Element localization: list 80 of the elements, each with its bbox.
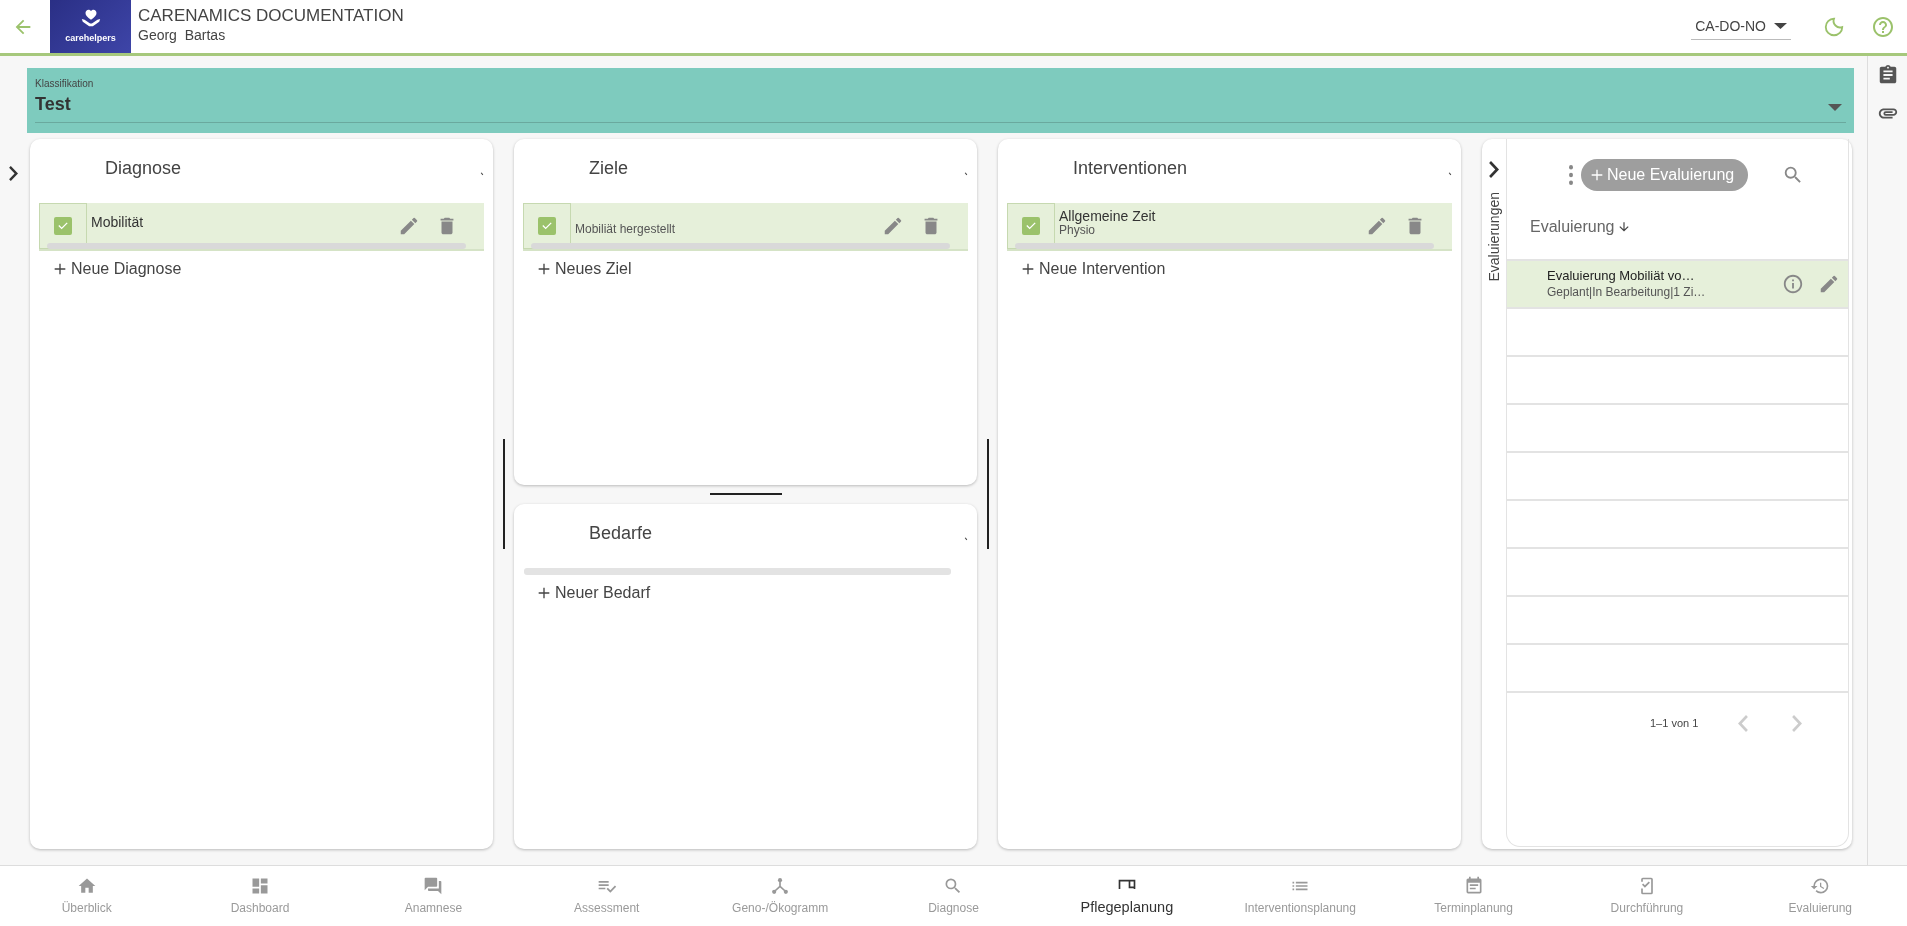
chevron-left-icon: [1738, 714, 1748, 732]
list-item[interactable]: Mobiliät hergestellt: [523, 203, 968, 251]
chat-icon: [423, 875, 444, 896]
add-button[interactable]: Neues Ziel: [514, 251, 632, 281]
checkbox[interactable]: [1022, 217, 1040, 235]
app-title: CARENAMICS DOCUMENTATION: [138, 6, 404, 26]
edit-button[interactable]: [398, 215, 420, 237]
panel-title: Diagnose: [105, 158, 182, 178]
more-icon: [1569, 165, 1573, 185]
row-subtitle: Geplant|In Bearbeitung|1 Zi…: [1547, 284, 1707, 301]
add-button[interactable]: Neuer Bedarf: [514, 574, 651, 605]
nav-tab[interactable]: Diagnose: [866, 866, 1041, 926]
previous-page-button[interactable]: [1738, 714, 1748, 732]
panel-title: Interventionen: [1073, 158, 1188, 178]
row-title: Evaluierung Mobiliät vo…: [1547, 267, 1696, 285]
chevron-right-icon: [1792, 714, 1802, 732]
expand-button[interactable]: [1489, 161, 1499, 178]
table-row[interactable]: Evaluierung Mobiliät vo… Geplant|In Bearbeitung|1 Zi…: [1507, 261, 1848, 309]
plus-icon: [52, 261, 68, 277]
nav-tab[interactable]: Assessment: [520, 866, 694, 926]
expand-sidebar-button[interactable]: [9, 166, 18, 181]
edit-button[interactable]: [1366, 215, 1388, 237]
edit-button[interactable]: [1818, 273, 1840, 295]
plus-icon: [1589, 167, 1605, 183]
add-button[interactable]: Neue Intervention: [998, 251, 1166, 281]
user-name: Georg Bartas: [138, 26, 227, 46]
nav-tab[interactable]: Evaluierung: [1733, 866, 1907, 926]
nav-tab[interactable]: Pflegeplanung: [1040, 866, 1214, 926]
nav-tab[interactable]: Durchführung: [1560, 866, 1734, 926]
edit-icon: [398, 215, 420, 237]
info-button[interactable]: [1782, 273, 1804, 295]
field-value: Test: [35, 91, 1846, 123]
help-button[interactable]: [1871, 14, 1895, 39]
edit-button[interactable]: [882, 215, 904, 237]
more-button[interactable]: [1569, 165, 1573, 185]
checkbox[interactable]: [54, 217, 72, 235]
help-icon: [1871, 14, 1895, 39]
resize-handle[interactable]: [502, 439, 505, 549]
checkbox[interactable]: [538, 217, 556, 235]
scrollbar[interactable]: [1015, 243, 1434, 249]
field-label: Klassifikation: [35, 77, 95, 91]
pagination-text: 1–1 von 1: [1650, 715, 1700, 731]
edit-icon: [1818, 273, 1840, 295]
edit-icon: [882, 215, 904, 237]
info-icon: [1782, 273, 1804, 295]
list-item[interactable]: Allgemeine Zeit Physio: [1007, 203, 1452, 251]
scrollbar[interactable]: [524, 567, 951, 575]
logo-text: carehelpers: [65, 32, 116, 46]
item-title: Allgemeine Zeit: [1059, 208, 1157, 225]
column-header[interactable]: Evaluierung: [1530, 215, 1615, 239]
caret-icon: [1828, 103, 1842, 111]
classification-select[interactable]: Klassifikation Test: [27, 68, 1854, 133]
nav-tab[interactable]: Terminplanung: [1386, 866, 1561, 926]
plus-icon: [536, 261, 552, 277]
item-title: Mobilität: [91, 213, 145, 231]
plus-icon: [1020, 261, 1036, 277]
moon-icon: [1823, 15, 1845, 38]
nav-tab[interactable]: Interventionsplanung: [1213, 866, 1387, 926]
item-subtitle: Mobiliät hergestellt: [575, 223, 677, 237]
nav-tab[interactable]: Geno-/Ökogramm: [693, 866, 867, 926]
caret-icon: [1774, 23, 1787, 29]
add-button[interactable]: Neue Diagnose: [30, 251, 182, 281]
panel-title: Ziele: [589, 158, 628, 178]
chevron-right-icon: [9, 166, 18, 181]
item-subtitle: Physio: [1059, 224, 1096, 238]
edit-icon: [1366, 215, 1388, 237]
network-icon: [770, 875, 791, 896]
dark-mode-button[interactable]: [1823, 15, 1845, 38]
resize-handle[interactable]: [986, 439, 989, 549]
chevron-right-icon: [1489, 161, 1499, 178]
scrollbar[interactable]: [531, 243, 950, 249]
panel-label: Evaluierungen: [1484, 192, 1503, 282]
panel-title: Bedarfe: [589, 522, 653, 543]
nav-tab[interactable]: Dashboard: [173, 866, 347, 926]
resize-handle[interactable]: [709, 493, 782, 495]
next-page-button[interactable]: [1792, 714, 1802, 732]
nav-tab[interactable]: Überblick: [0, 866, 174, 926]
nav-tab[interactable]: Anamnese: [346, 866, 521, 926]
list-item[interactable]: Mobilität: [39, 203, 484, 251]
scrollbar[interactable]: [47, 243, 466, 249]
